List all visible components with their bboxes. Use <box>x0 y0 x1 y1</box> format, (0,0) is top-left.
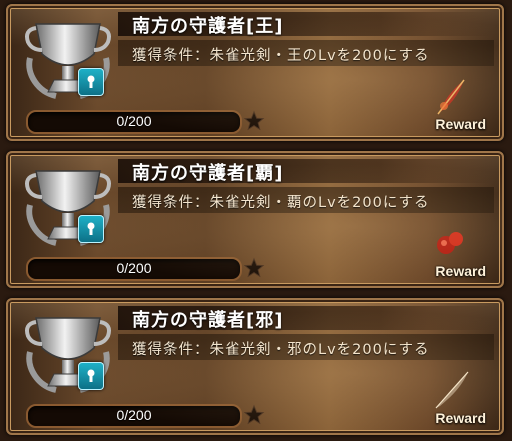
progress-bar: 0/200 <box>26 404 242 428</box>
lock-icon <box>78 362 104 390</box>
achievement-title: 南方の守護者[王] <box>132 16 284 37</box>
reward-button[interactable]: Reward <box>435 410 486 426</box>
lock-icon <box>78 215 104 243</box>
progress-text: 0/200 <box>116 407 152 423</box>
progress-text: 0/200 <box>116 260 152 276</box>
progress-bar: 0/200 <box>26 257 242 281</box>
achievement-title: 南方の守護者[邪] <box>132 310 284 331</box>
reward-button[interactable]: Reward <box>435 116 486 132</box>
star-icon <box>243 110 265 131</box>
progress-bar: 0/200 <box>26 110 242 134</box>
quill-feather-icon <box>435 371 469 409</box>
reward-button[interactable]: Reward <box>435 263 486 279</box>
achievement-card[interactable]: 南方の守護者[覇] 獲得条件：朱雀光剣・覇のLvを200にする 0/200 Re… <box>6 151 504 288</box>
red-feather-icon <box>437 79 465 115</box>
progress-text: 0/200 <box>116 113 152 129</box>
achievement-card[interactable]: 南方の守護者[王] 獲得条件：朱雀光剣・王のLvを200にする 0/200 Re… <box>6 4 504 141</box>
lock-icon <box>78 68 104 96</box>
achievement-condition: 獲得条件：朱雀光剣・王のLvを200にする <box>132 48 430 64</box>
achievement-card[interactable]: 南方の守護者[邪] 獲得条件：朱雀光剣・邪のLvを200にする 0/200 Re… <box>6 298 504 435</box>
red-gem-icon <box>437 232 463 254</box>
star-icon <box>243 257 265 278</box>
achievement-condition: 獲得条件：朱雀光剣・邪のLvを200にする <box>132 342 430 358</box>
achievement-title: 南方の守護者[覇] <box>132 163 284 184</box>
achievement-condition: 獲得条件：朱雀光剣・覇のLvを200にする <box>132 195 430 211</box>
star-icon <box>243 404 265 425</box>
